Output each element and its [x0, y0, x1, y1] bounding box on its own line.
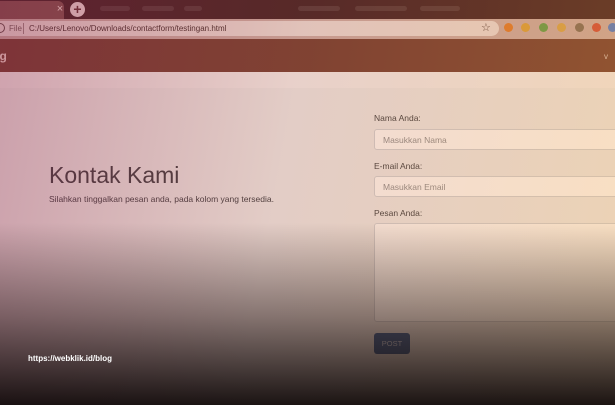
- page-title: Kontak Kami: [49, 162, 180, 188]
- post-button[interactable]: POST: [374, 333, 410, 354]
- background-tab[interactable]: [184, 6, 202, 11]
- file-scheme-label: File: [9, 24, 22, 33]
- site-navbar: [0, 39, 615, 72]
- extension-orange-icon[interactable]: [504, 23, 513, 32]
- close-tab-icon[interactable]: ×: [54, 1, 66, 17]
- extension-google-icon[interactable]: [608, 23, 615, 32]
- extension-green-icon[interactable]: [539, 23, 548, 32]
- email-input[interactable]: [374, 176, 615, 197]
- navbar-toggle-icon[interactable]: v: [604, 52, 608, 61]
- extension-hex-icon[interactable]: [575, 23, 584, 32]
- navbar-brand[interactable]: og: [0, 49, 7, 63]
- background-tab[interactable]: [100, 6, 130, 11]
- extension-face-icon[interactable]: [557, 23, 566, 32]
- name-input[interactable]: [374, 129, 615, 150]
- background-tab[interactable]: [298, 6, 340, 11]
- message-textarea[interactable]: [374, 223, 615, 322]
- background-tab[interactable]: [142, 6, 174, 11]
- new-tab-button[interactable]: +: [70, 2, 85, 17]
- extension-yellow-icon[interactable]: [521, 23, 530, 32]
- address-separator: [23, 23, 24, 34]
- name-label: Nama Anda:: [374, 113, 421, 123]
- bookmark-star-icon[interactable]: ☆: [481, 22, 491, 34]
- background-tab[interactable]: [355, 6, 407, 11]
- email-label: E-mail Anda:: [374, 161, 423, 171]
- background-tab[interactable]: [420, 6, 460, 11]
- address-url[interactable]: C:/Users/Lenovo/Downloads/contactform/te…: [29, 24, 226, 33]
- watermark-url: https://webklik.id/blog: [28, 354, 112, 363]
- extension-red-icon[interactable]: [592, 23, 601, 32]
- screenshot: × + File C:/Users/Lenovo/Downloads/conta…: [0, 0, 615, 405]
- page-subtitle: Silahkan tinggalkan pesan anda, pada kol…: [49, 194, 274, 204]
- message-label: Pesan Anda:: [374, 208, 423, 218]
